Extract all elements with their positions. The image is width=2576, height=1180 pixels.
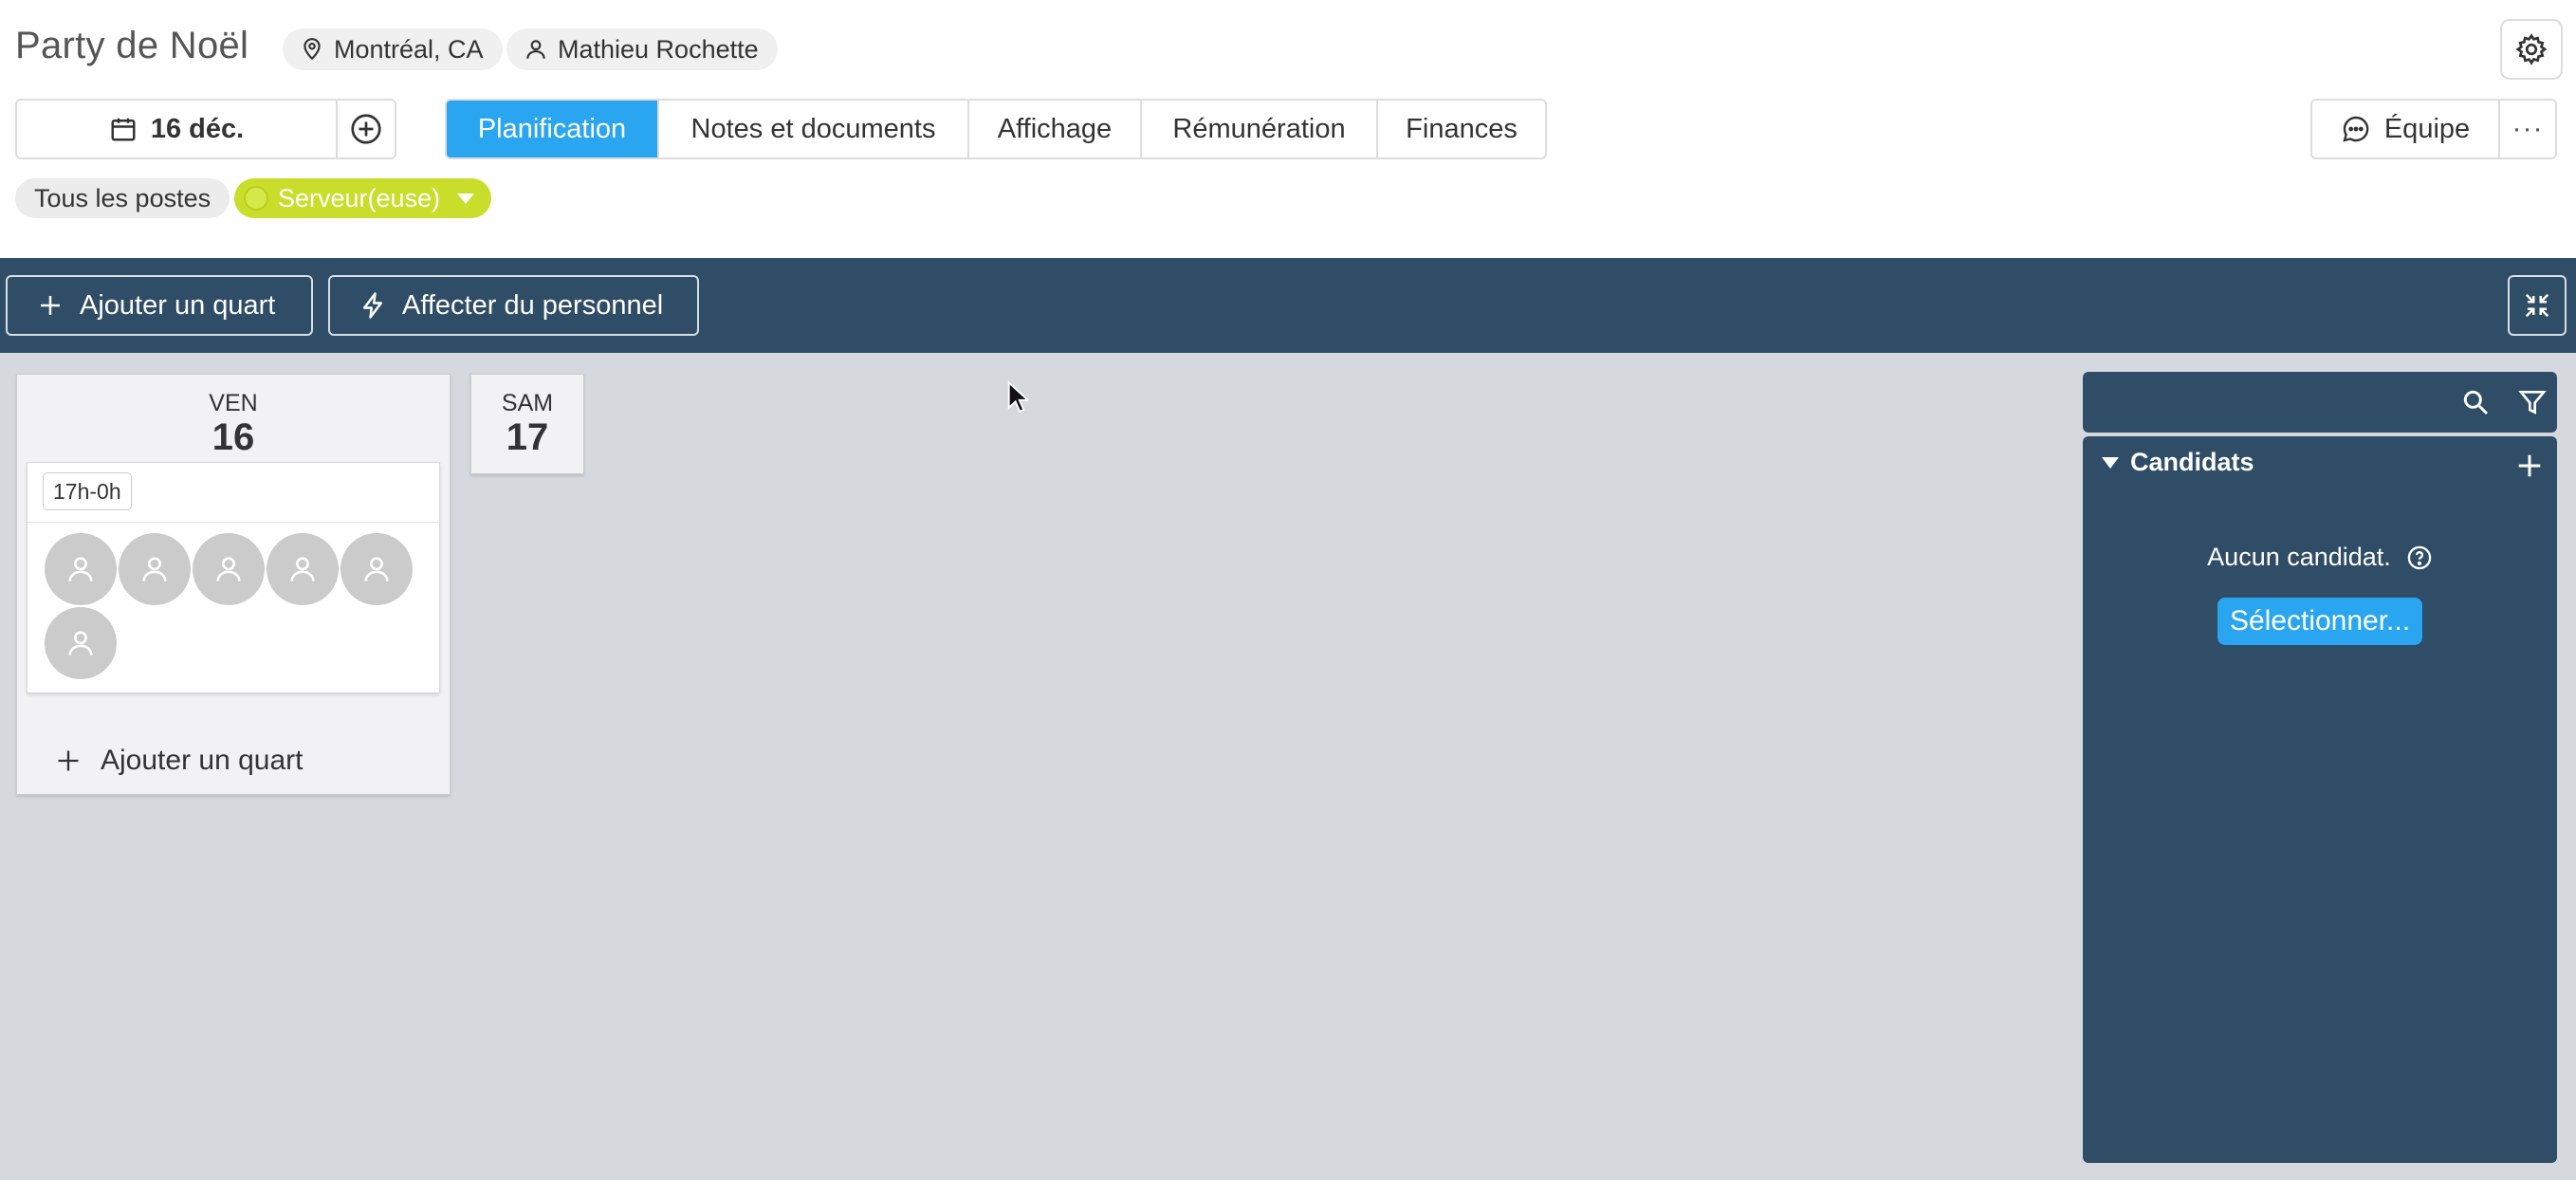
add-shift-day-button[interactable]: Ajouter un quart	[55, 745, 303, 777]
day-number: 16	[212, 416, 255, 458]
manager-chip[interactable]: Mathieu Rochette	[506, 28, 778, 70]
day-name: VEN	[209, 390, 258, 416]
section-tabs: Planification Notes et documents Afficha…	[445, 99, 1547, 159]
date-selector: 16 déc.	[15, 99, 396, 159]
tab-planification[interactable]: Planification	[447, 101, 659, 157]
empty-slot-avatar[interactable]	[45, 533, 117, 605]
settings-button[interactable]	[2500, 19, 2563, 80]
more-options-button[interactable]: ···	[2500, 101, 2555, 157]
location-chip[interactable]: Montréal, CA	[283, 28, 503, 70]
gear-icon	[2515, 33, 2548, 65]
role-label: Serveur(euse)	[278, 183, 441, 212]
day-number: 17	[506, 416, 549, 458]
assign-staff-button[interactable]: Affecter du personnel	[328, 275, 699, 336]
calendar-icon	[111, 118, 136, 141]
tab-remuneration[interactable]: Rémunération	[1142, 101, 1378, 157]
triangle-down-icon	[2102, 456, 2119, 469]
shift-time-badge: 17h-0h	[43, 472, 132, 510]
lightning-icon	[363, 292, 382, 319]
event-header: Party de Noël Montréal, CA Mathieu Roche…	[0, 0, 2576, 258]
team-button[interactable]: Équipe	[2312, 101, 2500, 157]
day-column-saturday: SAM 17	[470, 374, 584, 474]
role-color-dot	[244, 186, 268, 211]
empty-slot-avatar[interactable]	[119, 533, 191, 605]
plus-icon	[41, 296, 60, 315]
event-title: Party de Noël	[15, 25, 249, 66]
plus-circle-icon	[351, 114, 381, 144]
shift-card[interactable]: 17h-0h	[27, 462, 440, 693]
user-placeholder-icon	[68, 557, 93, 581]
day-column-friday: VEN 16 17h-0h Ajouter un quart	[16, 374, 451, 795]
empty-slot-avatar[interactable]	[340, 533, 413, 605]
filter-all-positions[interactable]: Tous les postes	[15, 178, 230, 218]
candidates-panel: Candidats Aucun candidat. Sélectionner..…	[2083, 436, 2557, 1163]
add-shift-label: Ajouter un quart	[80, 289, 276, 321]
help-circle-icon[interactable]	[2406, 544, 2433, 571]
location-pin-icon	[304, 38, 321, 61]
collapse-icon	[2525, 293, 2549, 318]
location-label: Montréal, CA	[334, 34, 484, 64]
date-button[interactable]: 16 déc.	[17, 101, 338, 157]
user-placeholder-icon	[68, 631, 93, 655]
candidate-search-bar	[2083, 372, 2557, 433]
add-candidate-plus-icon[interactable]	[2515, 452, 2544, 480]
tab-affichage[interactable]: Affichage	[969, 101, 1142, 157]
day-name: SAM	[501, 390, 554, 416]
user-placeholder-icon	[364, 557, 389, 581]
add-shift-day-label: Ajouter un quart	[101, 745, 304, 776]
add-shift-button[interactable]: Ajouter un quart	[6, 275, 313, 336]
empty-slot-avatar[interactable]	[45, 607, 117, 679]
no-candidates-text: Aucun candidat.	[2207, 543, 2391, 571]
team-label: Équipe	[2383, 113, 2471, 144]
empty-slot-avatar[interactable]	[193, 533, 265, 605]
no-candidates-message: Aucun candidat.	[2083, 543, 2557, 572]
user-icon	[526, 40, 545, 59]
plus-icon	[58, 750, 79, 771]
search-icon[interactable]	[2460, 387, 2491, 417]
user-placeholder-icon	[142, 557, 167, 581]
filter-role-dropdown[interactable]: Serveur(euse)	[234, 178, 492, 218]
empty-slot-avatar[interactable]	[267, 533, 339, 605]
tab-finances[interactable]: Finances	[1378, 101, 1545, 157]
user-placeholder-icon	[216, 557, 241, 581]
collapse-button[interactable]	[2508, 275, 2567, 336]
caret-down-icon	[457, 193, 475, 204]
add-date-button[interactable]	[338, 101, 395, 157]
user-placeholder-icon	[290, 557, 315, 581]
assign-staff-label: Affecter du personnel	[402, 289, 664, 321]
divider	[28, 522, 439, 523]
tab-notes-documents[interactable]: Notes et documents	[659, 101, 969, 157]
day-header: VEN 16	[17, 375, 450, 457]
candidates-section-toggle[interactable]: Candidats	[2102, 448, 2254, 477]
candidates-title: Candidats	[2130, 448, 2254, 476]
chat-bubble-icon	[2343, 116, 2369, 142]
schedule-toolbar: Ajouter un quart Affecter du personnel	[0, 258, 2576, 353]
team-controls: Équipe ···	[2310, 99, 2557, 159]
mouse-cursor-icon	[1007, 381, 1028, 414]
select-candidates-button[interactable]: Sélectionner...	[2217, 598, 2422, 645]
date-label: 16 déc.	[150, 113, 245, 144]
filter-icon[interactable]	[2517, 387, 2548, 417]
manager-label: Mathieu Rochette	[558, 34, 759, 64]
